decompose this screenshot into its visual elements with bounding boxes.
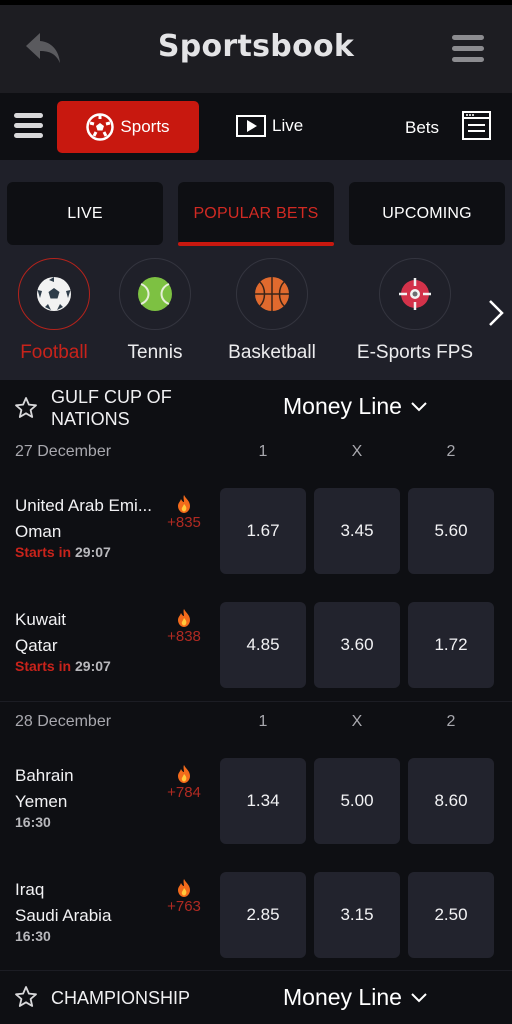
hamburger-menu-button[interactable] [14, 113, 43, 139]
odds-button-home[interactable]: 4.85 [220, 602, 306, 688]
market-label: Money Line [283, 984, 402, 1010]
match-row[interactable]: Kuwait Qatar Starts in 29:07 +838 4.85 3.… [0, 586, 512, 700]
nav-live-button[interactable]: Live [236, 115, 303, 137]
odds-button-away[interactable]: 5.60 [408, 488, 494, 574]
odds-button-away[interactable]: 1.72 [408, 602, 494, 688]
column-away: 2 [446, 713, 456, 730]
league-header: CHAMPIONSHIP Money Line [0, 971, 512, 1024]
away-team: Oman [15, 522, 62, 541]
match-time: 16:30 [15, 928, 51, 944]
odds-button-home[interactable]: 1.34 [220, 758, 306, 844]
market-dropdown[interactable]: Money Line [283, 984, 428, 1011]
date-label: 28 December [15, 713, 112, 730]
column-draw: X [351, 713, 363, 730]
column-home: 1 [258, 713, 268, 730]
market-label: Money Line [283, 393, 402, 419]
odds-button-home[interactable]: 2.85 [220, 872, 306, 958]
nav-sports-label: Sports [120, 117, 170, 136]
fire-icon [178, 765, 190, 783]
betslip-icon[interactable] [462, 111, 491, 140]
countdown: 29:07 [75, 544, 111, 560]
sport-football[interactable]: Football [14, 258, 94, 390]
market-dropdown[interactable]: Money Line [283, 393, 428, 420]
match-row[interactable]: United Arab Emi... Oman Starts in 29:07 +… [0, 472, 512, 586]
away-team: Qatar [15, 636, 58, 655]
main-nav: Sports Live Bets [0, 93, 512, 160]
tab-live-label: LIVE [67, 204, 103, 222]
sport-esports-fps-label: E-Sports FPS [356, 342, 474, 363]
menu-button[interactable] [452, 35, 484, 63]
crosshair-icon [399, 278, 431, 310]
star-icon[interactable] [14, 396, 38, 420]
fire-icon [178, 879, 190, 897]
away-team: Saudi Arabia [15, 906, 112, 925]
nav-live-label: Live [272, 116, 304, 135]
chevron-down-icon [411, 992, 427, 1002]
app-title: Sportsbook [157, 29, 355, 64]
sport-basketball-label: Basketball [228, 342, 316, 363]
date-row: 28 December 1 X 2 [0, 705, 512, 741]
sport-tennis-label: Tennis [127, 342, 183, 363]
odds-button-draw[interactable]: 3.15 [314, 872, 400, 958]
bet-count: +838 [167, 628, 201, 645]
countdown: 29:07 [75, 658, 111, 674]
divider [0, 701, 512, 702]
bet-count: +763 [167, 898, 201, 915]
home-team: United Arab Emi... [15, 496, 153, 515]
date-label: 27 December [15, 443, 112, 460]
column-home: 1 [258, 443, 268, 460]
league-name: GULF CUP OF NATIONS [51, 387, 172, 429]
odds-button-away[interactable]: 2.50 [408, 872, 494, 958]
filter-section: LIVE POPULAR BETS UPCOMING Football Tenn… [0, 160, 512, 390]
soccer-ball-icon [37, 277, 71, 311]
match-time: 16:30 [15, 814, 51, 830]
odds-button-home[interactable]: 1.67 [220, 488, 306, 574]
tab-live[interactable]: LIVE [7, 182, 163, 245]
basketball-icon [255, 277, 289, 311]
starts-in-label: Starts in [15, 544, 72, 560]
fire-icon [178, 609, 190, 627]
odds-button-draw[interactable]: 3.60 [314, 602, 400, 688]
home-team: Kuwait [15, 610, 67, 629]
tab-popular-bets-label: POPULAR BETS [193, 204, 319, 222]
match-row[interactable]: Iraq Saudi Arabia 16:30 +763 2.85 3.15 2… [0, 856, 512, 970]
bet-count: +784 [167, 784, 201, 801]
star-icon[interactable] [14, 985, 38, 1009]
column-away: 2 [446, 443, 456, 460]
soccer-ball-icon [86, 113, 115, 141]
tab-upcoming[interactable]: UPCOMING [349, 182, 505, 245]
league-name: CHAMPIONSHIP [51, 988, 191, 1008]
tennis-ball-icon [138, 277, 172, 311]
odds-button-away[interactable]: 8.60 [408, 758, 494, 844]
nav-sports-button[interactable]: Sports [57, 101, 199, 153]
odds-button-draw[interactable]: 3.45 [314, 488, 400, 574]
bet-count: +835 [167, 514, 201, 531]
date-row: 27 December 1 X 2 [0, 435, 512, 471]
home-team: Bahrain [15, 766, 74, 785]
tab-upcoming-label: UPCOMING [382, 204, 472, 222]
odds-button-draw[interactable]: 5.00 [314, 758, 400, 844]
starts-in-label: Starts in [15, 658, 72, 674]
sport-tennis[interactable]: Tennis [115, 258, 195, 364]
tab-popular-bets[interactable]: POPULAR BETS [178, 182, 334, 246]
chevron-down-icon [411, 401, 427, 411]
active-tab-indicator [178, 242, 334, 246]
sport-football-label: Football [20, 342, 88, 363]
sport-esports-fps[interactable]: E-Sports FPS [350, 258, 480, 364]
match-time: Starts in 29:07 [15, 544, 111, 560]
match-row[interactable]: Bahrain Yemen 16:30 +784 1.34 5.00 8.60 [0, 742, 512, 856]
away-team: Yemen [15, 792, 68, 811]
chevron-right-icon[interactable] [486, 298, 506, 328]
app-bar: Sportsbook [0, 5, 512, 93]
column-draw: X [351, 443, 363, 460]
nav-bets-label[interactable]: Bets [405, 118, 439, 138]
match-time: Starts in 29:07 [15, 658, 111, 674]
sport-basketball[interactable]: Basketball [222, 258, 322, 364]
home-team: Iraq [15, 880, 45, 899]
play-icon [236, 115, 266, 137]
fire-icon [178, 495, 190, 513]
